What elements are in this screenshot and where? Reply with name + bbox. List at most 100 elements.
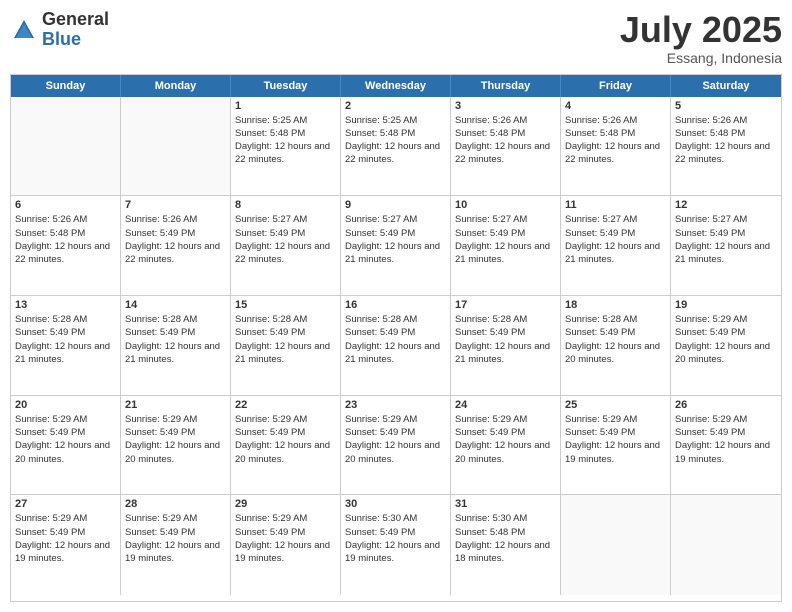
- weekday-header: Thursday: [451, 75, 561, 97]
- day-number: 4: [565, 100, 666, 112]
- weekday-header: Saturday: [671, 75, 781, 97]
- weekday-header: Tuesday: [231, 75, 341, 97]
- calendar-cell: 2 Sunrise: 5:25 AMSunset: 5:48 PMDaylight…: [341, 97, 451, 196]
- day-info: Sunrise: 5:27 AMSunset: 5:49 PMDaylight:…: [455, 213, 556, 266]
- day-number: 2: [345, 100, 446, 112]
- calendar-cell: 3 Sunrise: 5:26 AMSunset: 5:48 PMDaylight…: [451, 97, 561, 196]
- calendar-cell: 10 Sunrise: 5:27 AMSunset: 5:49 PMDayligh…: [451, 196, 561, 295]
- day-number: 10: [455, 199, 556, 211]
- day-info: Sunrise: 5:26 AMSunset: 5:48 PMDaylight:…: [675, 114, 777, 167]
- weekday-header: Wednesday: [341, 75, 451, 97]
- calendar-cell: [11, 97, 121, 196]
- calendar-cell: 28 Sunrise: 5:29 AMSunset: 5:49 PMDayligh…: [121, 495, 231, 595]
- day-info: Sunrise: 5:30 AMSunset: 5:49 PMDaylight:…: [345, 512, 446, 565]
- day-info: Sunrise: 5:29 AMSunset: 5:49 PMDaylight:…: [345, 413, 446, 466]
- calendar-cell: 9 Sunrise: 5:27 AMSunset: 5:49 PMDaylight…: [341, 196, 451, 295]
- day-number: 29: [235, 498, 336, 510]
- day-info: Sunrise: 5:29 AMSunset: 5:49 PMDaylight:…: [235, 413, 336, 466]
- calendar-cell: 8 Sunrise: 5:27 AMSunset: 5:49 PMDaylight…: [231, 196, 341, 295]
- logo-general: General: [42, 10, 109, 30]
- logo: General Blue: [10, 10, 109, 50]
- day-number: 18: [565, 299, 666, 311]
- day-number: 5: [675, 100, 777, 112]
- calendar-cell: 20Sunrise: 5:29 AMSunset: 5:49 PMDayligh…: [11, 396, 121, 495]
- day-number: 13: [15, 299, 116, 311]
- calendar-cell: 14Sunrise: 5:28 AMSunset: 5:49 PMDayligh…: [121, 296, 231, 395]
- calendar-cell: 26Sunrise: 5:29 AMSunset: 5:49 PMDayligh…: [671, 396, 781, 495]
- day-number: 19: [675, 299, 777, 311]
- calendar-cell: [561, 495, 671, 595]
- calendar-cell: 7Sunrise: 5:26 AMSunset: 5:49 PMDaylight…: [121, 196, 231, 295]
- day-number: 31: [455, 498, 556, 510]
- calendar-week: 27Sunrise: 5:29 AMSunset: 5:49 PMDayligh…: [11, 495, 781, 595]
- calendar-week: 6Sunrise: 5:26 AMSunset: 5:48 PMDaylight…: [11, 196, 781, 296]
- day-info: Sunrise: 5:29 AMSunset: 5:49 PMDaylight:…: [125, 512, 226, 565]
- day-info: Sunrise: 5:28 AMSunset: 5:49 PMDaylight:…: [565, 313, 666, 366]
- calendar-cell: 22Sunrise: 5:29 AMSunset: 5:49 PMDayligh…: [231, 396, 341, 495]
- day-info: Sunrise: 5:29 AMSunset: 5:49 PMDaylight:…: [565, 413, 666, 466]
- day-info: Sunrise: 5:29 AMSunset: 5:49 PMDaylight:…: [455, 413, 556, 466]
- day-number: 6: [15, 199, 116, 211]
- day-info: Sunrise: 5:28 AMSunset: 5:49 PMDaylight:…: [235, 313, 336, 366]
- calendar-cell: 27Sunrise: 5:29 AMSunset: 5:49 PMDayligh…: [11, 495, 121, 595]
- calendar-cell: 31Sunrise: 5:30 AMSunset: 5:48 PMDayligh…: [451, 495, 561, 595]
- day-number: 21: [125, 399, 226, 411]
- calendar-cell: 30 Sunrise: 5:30 AMSunset: 5:49 PMDayligh…: [341, 495, 451, 595]
- day-info: Sunrise: 5:28 AMSunset: 5:49 PMDaylight:…: [345, 313, 446, 366]
- calendar-week: 1 Sunrise: 5:25 AMSunset: 5:48 PMDaylight…: [11, 97, 781, 197]
- day-number: 11: [565, 199, 666, 211]
- calendar-week: 20 Sunrise: 5:29 AMSunset: 5:49 PMDayligh…: [11, 396, 781, 496]
- calendar-cell: 6Sunrise: 5:26 AMSunset: 5:48 PMDaylight…: [11, 196, 121, 295]
- day-number: 25: [565, 399, 666, 411]
- calendar-cell: 13Sunrise: 5:28 AMSunset: 5:49 PMDayligh…: [11, 296, 121, 395]
- calendar-cell: 24 Sunrise: 5:29 AMSunset: 5:49 PMDayligh…: [451, 396, 561, 495]
- logo-icon: [10, 16, 38, 44]
- calendar-cell: 12Sunrise: 5:27 AMSunset: 5:49 PMDayligh…: [671, 196, 781, 295]
- calendar-cell: 19 Sunrise: 5:29 AMSunset: 5:49 PMDayligh…: [671, 296, 781, 395]
- calendar-cell: 23 Sunrise: 5:29 AMSunset: 5:49 PMDayligh…: [341, 396, 451, 495]
- calendar-cell: 17Sunrise: 5:28 AMSunset: 5:49 PMDayligh…: [451, 296, 561, 395]
- calendar: SundayMondayTuesdayWednesdayThursdayFrid…: [10, 74, 782, 602]
- header: General Blue July 2025 Essang, Indonesia: [10, 10, 782, 66]
- day-number: 8: [235, 199, 336, 211]
- day-number: 3: [455, 100, 556, 112]
- weekday-header: Monday: [121, 75, 231, 97]
- calendar-cell: 29Sunrise: 5:29 AMSunset: 5:49 PMDayligh…: [231, 495, 341, 595]
- day-number: 17: [455, 299, 556, 311]
- calendar-body: 1 Sunrise: 5:25 AMSunset: 5:48 PMDaylight…: [11, 97, 781, 595]
- calendar-cell: 11Sunrise: 5:27 AMSunset: 5:49 PMDayligh…: [561, 196, 671, 295]
- day-number: 16: [345, 299, 446, 311]
- calendar-cell: 4 Sunrise: 5:26 AMSunset: 5:48 PMDaylight…: [561, 97, 671, 196]
- day-info: Sunrise: 5:27 AMSunset: 5:49 PMDaylight:…: [235, 213, 336, 266]
- day-info: Sunrise: 5:29 AMSunset: 5:49 PMDaylight:…: [675, 413, 777, 466]
- logo-text: General Blue: [42, 10, 109, 50]
- day-number: 9: [345, 199, 446, 211]
- calendar-header: SundayMondayTuesdayWednesdayThursdayFrid…: [11, 75, 781, 97]
- day-number: 15: [235, 299, 336, 311]
- title-block: July 2025 Essang, Indonesia: [620, 10, 782, 66]
- calendar-cell: 5 Sunrise: 5:26 AMSunset: 5:48 PMDaylight…: [671, 97, 781, 196]
- calendar-cell: 21Sunrise: 5:29 AMSunset: 5:49 PMDayligh…: [121, 396, 231, 495]
- day-info: Sunrise: 5:26 AMSunset: 5:48 PMDaylight:…: [455, 114, 556, 167]
- day-info: Sunrise: 5:27 AMSunset: 5:49 PMDaylight:…: [345, 213, 446, 266]
- calendar-cell: 16 Sunrise: 5:28 AMSunset: 5:49 PMDayligh…: [341, 296, 451, 395]
- day-number: 24: [455, 399, 556, 411]
- logo-blue: Blue: [42, 30, 109, 50]
- day-info: Sunrise: 5:25 AMSunset: 5:48 PMDaylight:…: [345, 114, 446, 167]
- calendar-cell: 1Sunrise: 5:25 AMSunset: 5:48 PMDaylight…: [231, 97, 341, 196]
- day-info: Sunrise: 5:29 AMSunset: 5:49 PMDaylight:…: [675, 313, 777, 366]
- day-info: Sunrise: 5:26 AMSunset: 5:48 PMDaylight:…: [565, 114, 666, 167]
- page: General Blue July 2025 Essang, Indonesia…: [0, 0, 792, 612]
- day-number: 20: [15, 399, 116, 411]
- day-number: 1: [235, 100, 336, 112]
- day-info: Sunrise: 5:26 AMSunset: 5:49 PMDaylight:…: [125, 213, 226, 266]
- weekday-header: Friday: [561, 75, 671, 97]
- day-info: Sunrise: 5:29 AMSunset: 5:49 PMDaylight:…: [15, 512, 116, 565]
- day-number: 30: [345, 498, 446, 510]
- calendar-cell: 18 Sunrise: 5:28 AMSunset: 5:49 PMDayligh…: [561, 296, 671, 395]
- day-number: 23: [345, 399, 446, 411]
- month-year: July 2025: [620, 10, 782, 50]
- day-number: 28: [125, 498, 226, 510]
- calendar-cell: 15 Sunrise: 5:28 AMSunset: 5:49 PMDayligh…: [231, 296, 341, 395]
- weekday-header: Sunday: [11, 75, 121, 97]
